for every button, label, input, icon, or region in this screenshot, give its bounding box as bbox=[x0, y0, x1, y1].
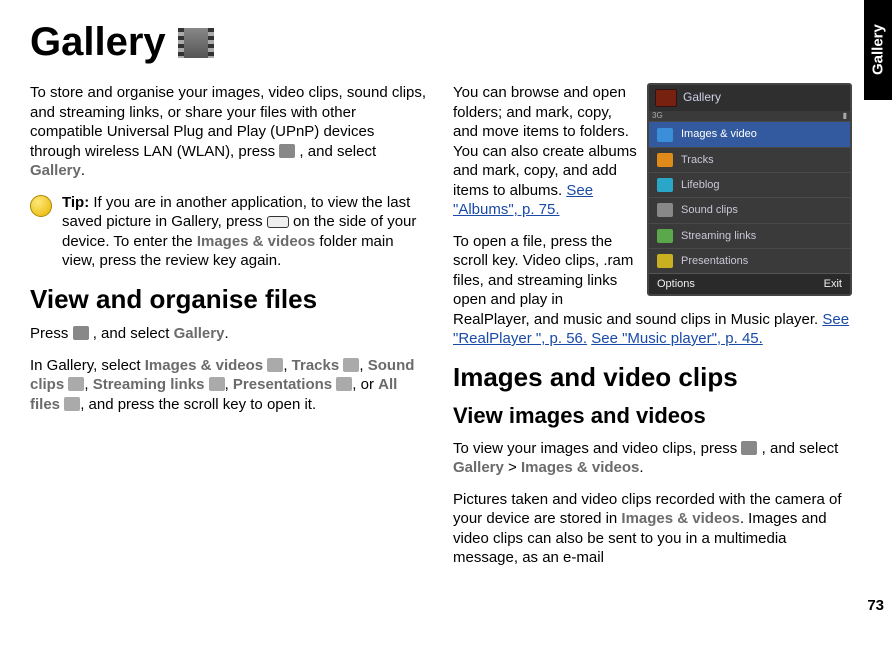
images-video-icon bbox=[657, 128, 673, 142]
phone-item-label: Sound clips bbox=[681, 203, 738, 217]
page-title-text: Gallery bbox=[30, 20, 166, 65]
streaming-icon bbox=[657, 229, 673, 243]
heading-images-video-clips: Images and video clips bbox=[453, 363, 852, 393]
breadcrumb-separator: > bbox=[504, 459, 521, 476]
text: You can browse and open folders; and mar… bbox=[453, 84, 637, 199]
menu-images-videos: Images & videos bbox=[521, 459, 639, 476]
menu-images-videos: Images & videos bbox=[621, 510, 739, 527]
phone-item-streaming[interactable]: Streaming links bbox=[649, 223, 850, 248]
text: , bbox=[84, 376, 92, 393]
presentations-icon bbox=[336, 377, 352, 391]
link-music-player[interactable]: See "Music player", p. 45. bbox=[591, 330, 763, 347]
phone-item-sound-clips[interactable]: Sound clips bbox=[649, 197, 850, 222]
softkey-options[interactable]: Options bbox=[657, 277, 695, 291]
all-files-icon bbox=[64, 397, 80, 411]
tracks-icon bbox=[657, 153, 673, 167]
phone-item-lifeblog[interactable]: Lifeblog bbox=[649, 172, 850, 197]
manual-page: Gallery Gallery To store and organise yo… bbox=[0, 0, 892, 652]
menu-gallery: Gallery bbox=[453, 459, 504, 476]
heading-view-organise: View and organise files bbox=[30, 285, 429, 315]
sound-clips-icon bbox=[657, 203, 673, 217]
phone-item-label: Presentations bbox=[681, 254, 748, 268]
phone-item-label: Lifeblog bbox=[681, 178, 720, 192]
phone-item-label: Streaming links bbox=[681, 229, 756, 243]
tip-label: Tip: bbox=[62, 194, 89, 211]
view-p1: Press , and select Gallery. bbox=[30, 324, 429, 344]
text: , bbox=[225, 376, 233, 393]
menu-images-videos: Images & videos bbox=[145, 357, 263, 374]
images-icon bbox=[267, 358, 283, 372]
phone-screenshot: Gallery 3G ▮ Images & video Tracks bbox=[647, 83, 852, 296]
view-p2: In Gallery, select Images & videos , Tra… bbox=[30, 356, 429, 415]
text: , bbox=[359, 357, 367, 374]
phone-item-images-video[interactable]: Images & video bbox=[649, 121, 850, 146]
phone-item-presentations[interactable]: Presentations bbox=[649, 248, 850, 273]
menu-gallery: Gallery bbox=[174, 325, 225, 342]
text: In Gallery, select bbox=[30, 357, 145, 374]
text: , and select bbox=[93, 325, 174, 342]
text: To view your images and video clips, pre… bbox=[453, 440, 741, 457]
clapperboard-icon bbox=[655, 89, 677, 107]
phone-item-label: Tracks bbox=[681, 153, 714, 167]
text: , bbox=[283, 357, 291, 374]
subheading-view-images-videos: View images and videos bbox=[453, 402, 852, 431]
phone-item-label: Images & video bbox=[681, 127, 757, 141]
lightbulb-icon bbox=[30, 195, 52, 217]
menu-key-icon bbox=[279, 144, 295, 158]
page-number: 73 bbox=[867, 597, 884, 614]
text: . bbox=[81, 162, 85, 179]
menu-streaming-links: Streaming links bbox=[93, 376, 205, 393]
menu-images-videos: Images & videos bbox=[197, 233, 315, 250]
phone-frame: Gallery 3G ▮ Images & video Tracks bbox=[647, 83, 852, 296]
presentations-icon bbox=[657, 254, 673, 268]
imgvid-p2: Pictures taken and video clips recorded … bbox=[453, 490, 852, 568]
sound-icon bbox=[68, 377, 84, 391]
tracks-icon bbox=[343, 358, 359, 372]
signal-label: 3G bbox=[652, 111, 663, 121]
phone-softkeys: Options Exit bbox=[649, 273, 850, 294]
text: . bbox=[639, 459, 643, 476]
review-key-icon bbox=[267, 216, 289, 228]
lifeblog-icon bbox=[657, 178, 673, 192]
text: , and press the scroll key to open it. bbox=[80, 396, 316, 413]
film-icon bbox=[178, 28, 214, 58]
tip-block: Tip: If you are in another application, … bbox=[30, 193, 429, 271]
intro-paragraph: To store and organise your images, video… bbox=[30, 83, 429, 181]
tip-text: Tip: If you are in another application, … bbox=[62, 193, 429, 271]
menu-gallery: Gallery bbox=[30, 162, 81, 179]
page-title: Gallery bbox=[30, 20, 852, 65]
text: , and select bbox=[762, 440, 839, 457]
phone-item-tracks[interactable]: Tracks bbox=[649, 147, 850, 172]
menu-key-icon bbox=[741, 441, 757, 455]
text: , and select bbox=[299, 143, 376, 160]
text: Press bbox=[30, 325, 73, 342]
text: . bbox=[224, 325, 228, 342]
phone-status-bar: 3G ▮ bbox=[649, 111, 850, 121]
column-2: Gallery 3G ▮ Images & video Tracks bbox=[453, 83, 852, 580]
phone-titlebar: Gallery bbox=[649, 85, 850, 111]
menu-presentations: Presentations bbox=[233, 376, 332, 393]
streaming-icon bbox=[209, 377, 225, 391]
section-tab: Gallery bbox=[864, 0, 892, 100]
softkey-exit[interactable]: Exit bbox=[824, 277, 842, 291]
menu-tracks: Tracks bbox=[292, 357, 340, 374]
body-columns: To store and organise your images, video… bbox=[30, 83, 852, 643]
phone-title-text: Gallery bbox=[683, 90, 721, 106]
phone-menu-list: Images & video Tracks Lifeblog Soun bbox=[649, 121, 850, 273]
text: , or bbox=[352, 376, 378, 393]
imgvid-p1: To view your images and video clips, pre… bbox=[453, 439, 852, 478]
menu-key-icon bbox=[73, 326, 89, 340]
battery-icon: ▮ bbox=[843, 111, 847, 121]
